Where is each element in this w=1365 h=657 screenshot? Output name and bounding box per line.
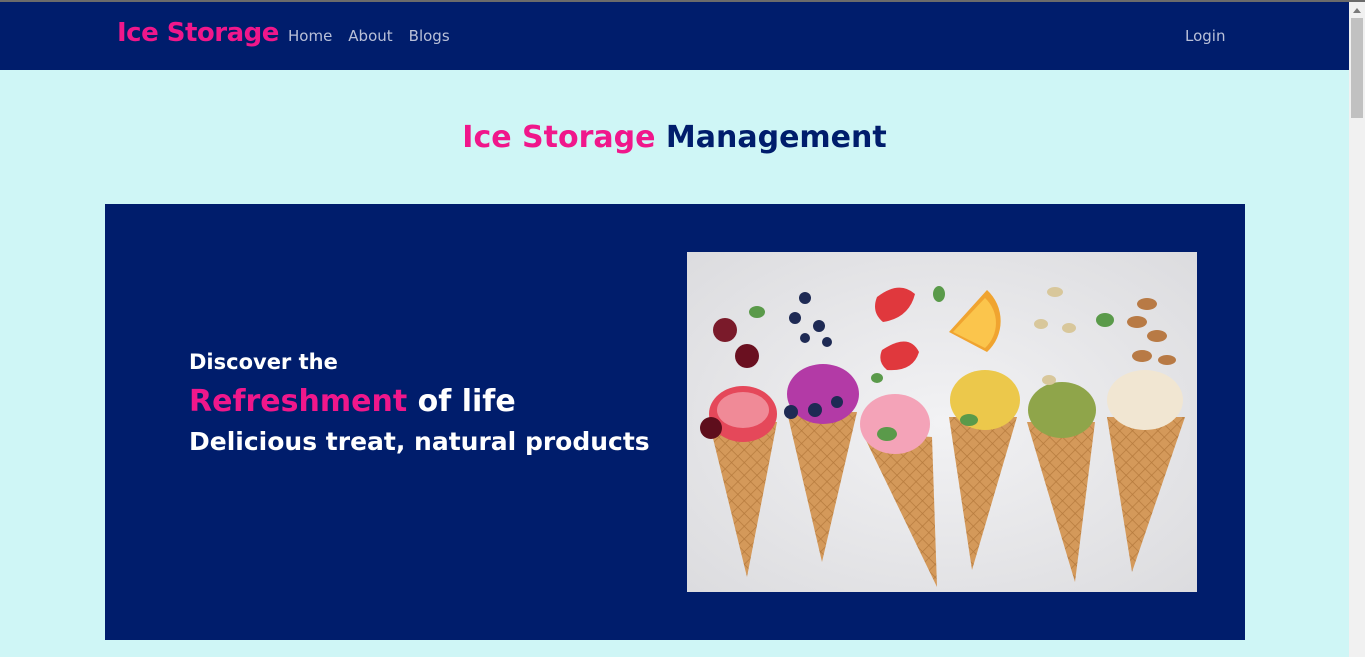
hero-line-3: Delicious treat, natural products: [189, 427, 650, 456]
hero-text: Discover the Refreshment of life Delicio…: [189, 350, 650, 456]
nav-links: Home About Blogs: [288, 27, 450, 45]
hero-highlight: Refreshment: [189, 384, 408, 419]
hero-line-2-rest: of life: [407, 384, 516, 419]
nav-link-about[interactable]: About: [348, 27, 392, 45]
login-link[interactable]: Login: [1185, 27, 1225, 45]
nav-link-blogs[interactable]: Blogs: [409, 27, 450, 45]
scrollbar-thumb[interactable]: [1351, 18, 1363, 118]
nav-link-home[interactable]: Home: [288, 27, 332, 45]
ice-cream-illustration: [687, 252, 1197, 592]
page-title-rest: Management: [665, 120, 887, 155]
ice-cream-cones-image: [687, 252, 1197, 592]
vertical-scrollbar[interactable]: [1349, 2, 1365, 657]
scroll-up-arrow-icon[interactable]: [1353, 8, 1361, 13]
page-title: Ice Storage Management: [0, 120, 1349, 155]
brand-logo-link[interactable]: Ice Storage: [117, 18, 279, 48]
hero-line-1: Discover the: [189, 350, 338, 374]
navbar: Ice Storage Home About Blogs Login: [0, 2, 1349, 70]
hero-line-2: Refreshment of life: [189, 384, 650, 419]
page-title-highlight: Ice Storage: [462, 120, 656, 155]
hero-banner: Discover the Refreshment of life Delicio…: [105, 204, 1245, 640]
